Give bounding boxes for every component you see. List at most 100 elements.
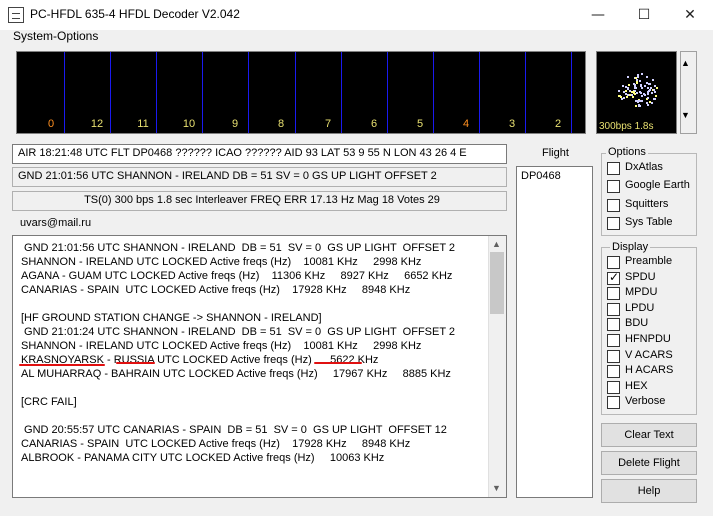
- channel-divider: [479, 52, 480, 133]
- constellation-point: [620, 98, 623, 101]
- channel-divider: [525, 52, 526, 133]
- constellation-point: [650, 101, 653, 104]
- constellation-point: [636, 78, 639, 81]
- option-checkbox[interactable]: [607, 162, 620, 175]
- channel-label: 2: [554, 118, 562, 130]
- channel-label: 7: [324, 118, 332, 130]
- spin-up-icon[interactable]: ▲: [681, 58, 690, 68]
- constellation-point: [633, 91, 636, 94]
- display-checkbox[interactable]: [607, 302, 620, 316]
- gnd-status-line: GND 21:01:56 UTC SHANNON - IRELAND DB = …: [12, 167, 507, 187]
- constellation-point: [634, 105, 637, 108]
- constellation-point: [635, 91, 638, 94]
- log-line: GND 21:01:24 UTC SHANNON - IRELAND DB = …: [21, 326, 456, 338]
- close-button[interactable]: ✕: [667, 0, 713, 30]
- log-line: SHANNON - IRELAND UTC LOCKED Active freq…: [21, 256, 422, 268]
- constellation-point: [628, 90, 631, 93]
- option-checkbox-label[interactable]: Squitters: [625, 198, 668, 210]
- channel-label: 3: [508, 118, 516, 130]
- constellation-point: [633, 87, 636, 90]
- constellation-point: [636, 80, 639, 83]
- constellation-point: [649, 82, 652, 85]
- menu-system-options[interactable]: System-Options: [13, 29, 98, 43]
- log-line: SHANNON - IRELAND UTC LOCKED Active freq…: [21, 340, 422, 352]
- constellation-point: [638, 100, 641, 103]
- email-label: uvars@mail.ru: [20, 217, 92, 229]
- option-checkbox-label[interactable]: Google Earth: [625, 179, 690, 191]
- display-checkbox[interactable]: [607, 334, 620, 347]
- display-checkbox[interactable]: [607, 287, 620, 301]
- constellation-point: [653, 84, 656, 87]
- constellation-point: [647, 104, 650, 107]
- display-checkbox-label[interactable]: BDU: [625, 317, 648, 329]
- constellation-point: [651, 78, 654, 81]
- display-checkbox-label[interactable]: MPDU: [625, 286, 657, 298]
- spin-down-icon[interactable]: ▼: [681, 110, 690, 120]
- channel-divider: [295, 52, 296, 133]
- channel-label: 0: [47, 118, 55, 130]
- constellation-point: [643, 93, 646, 96]
- decoder-log[interactable]: GND 21:01:56 UTC SHANNON - IRELAND DB = …: [12, 235, 507, 498]
- channel-divider: [248, 52, 249, 133]
- channel-divider: [433, 52, 434, 133]
- window-title: PC-HFDL 635-4 HFDL Decoder V2.042: [30, 7, 240, 21]
- constellation-point: [647, 93, 650, 96]
- display-checkbox[interactable]: [607, 349, 620, 363]
- scroll-up-icon[interactable]: ▲: [492, 239, 501, 249]
- constellation-point: [653, 98, 656, 101]
- constellation-point: [652, 89, 655, 92]
- help-button[interactable]: Help: [601, 479, 697, 503]
- constellation-point: [622, 85, 625, 88]
- option-checkbox[interactable]: [607, 198, 620, 212]
- constellation-label: 300bps 1.8s: [599, 121, 654, 132]
- display-checkbox-label[interactable]: H ACARS: [625, 364, 673, 376]
- display-checkbox-label[interactable]: HFNPDU: [625, 333, 671, 345]
- constellation-point: [655, 95, 658, 98]
- display-checkbox-label[interactable]: Preamble: [625, 255, 672, 267]
- flight-list-item[interactable]: DP0468: [521, 170, 592, 182]
- display-checkbox[interactable]: [607, 380, 620, 394]
- log-line: ALBROOK - PANAMA CITY UTC LOCKED Active …: [21, 452, 385, 464]
- option-checkbox-label[interactable]: Sys Table: [625, 216, 673, 228]
- constellation-point: [646, 87, 649, 90]
- log-line: GND 20:55:57 UTC CANARIAS - SPAIN DB = 5…: [21, 424, 447, 436]
- display-checkbox[interactable]: [607, 365, 620, 379]
- channel-label: 12: [90, 118, 104, 130]
- flight-label: Flight: [542, 147, 569, 159]
- display-checkbox-label[interactable]: V ACARS: [625, 349, 673, 361]
- option-checkbox[interactable]: [607, 216, 620, 230]
- constellation-point: [646, 97, 649, 100]
- option-checkbox[interactable]: [607, 180, 620, 194]
- constellation-point: [625, 95, 628, 98]
- constellation-point: [648, 100, 651, 103]
- display-checkbox-label[interactable]: SPDU: [625, 271, 656, 283]
- display-checkbox-label[interactable]: LPDU: [625, 302, 654, 314]
- delete-flight-button[interactable]: Delete Flight: [601, 451, 697, 475]
- display-checkbox-label[interactable]: HEX: [625, 380, 648, 392]
- channel-divider: [156, 52, 157, 133]
- log-line: CANARIAS - SPAIN UTC LOCKED Active freqs…: [21, 438, 411, 450]
- channel-divider: [64, 52, 65, 133]
- clear-text-button[interactable]: Clear Text: [601, 423, 697, 447]
- scroll-down-icon[interactable]: ▼: [492, 483, 501, 493]
- flight-list[interactable]: DP0468: [516, 166, 593, 498]
- display-checkbox[interactable]: [607, 270, 620, 285]
- display-checkbox[interactable]: [607, 318, 620, 332]
- constellation-point: [632, 96, 635, 99]
- red-underline-annotation: [19, 364, 105, 366]
- minimize-button[interactable]: —: [575, 0, 621, 30]
- channel-label: 5: [416, 118, 424, 130]
- display-checkbox-label[interactable]: Verbose: [625, 395, 665, 407]
- constellation-point: [641, 73, 644, 76]
- log-scrollbar-thumb[interactable]: [490, 252, 504, 314]
- display-checkbox[interactable]: [607, 256, 620, 269]
- constellation-point: [624, 90, 627, 93]
- option-checkbox-label[interactable]: DxAtlas: [625, 161, 663, 173]
- display-checkbox[interactable]: [607, 396, 620, 410]
- channel-label: 9: [231, 118, 239, 130]
- constellation-point: [641, 99, 644, 102]
- constellation-point: [640, 84, 643, 87]
- constellation-point: [637, 74, 640, 77]
- constellation-point: [645, 75, 648, 78]
- maximize-button[interactable]: ☐: [621, 0, 667, 30]
